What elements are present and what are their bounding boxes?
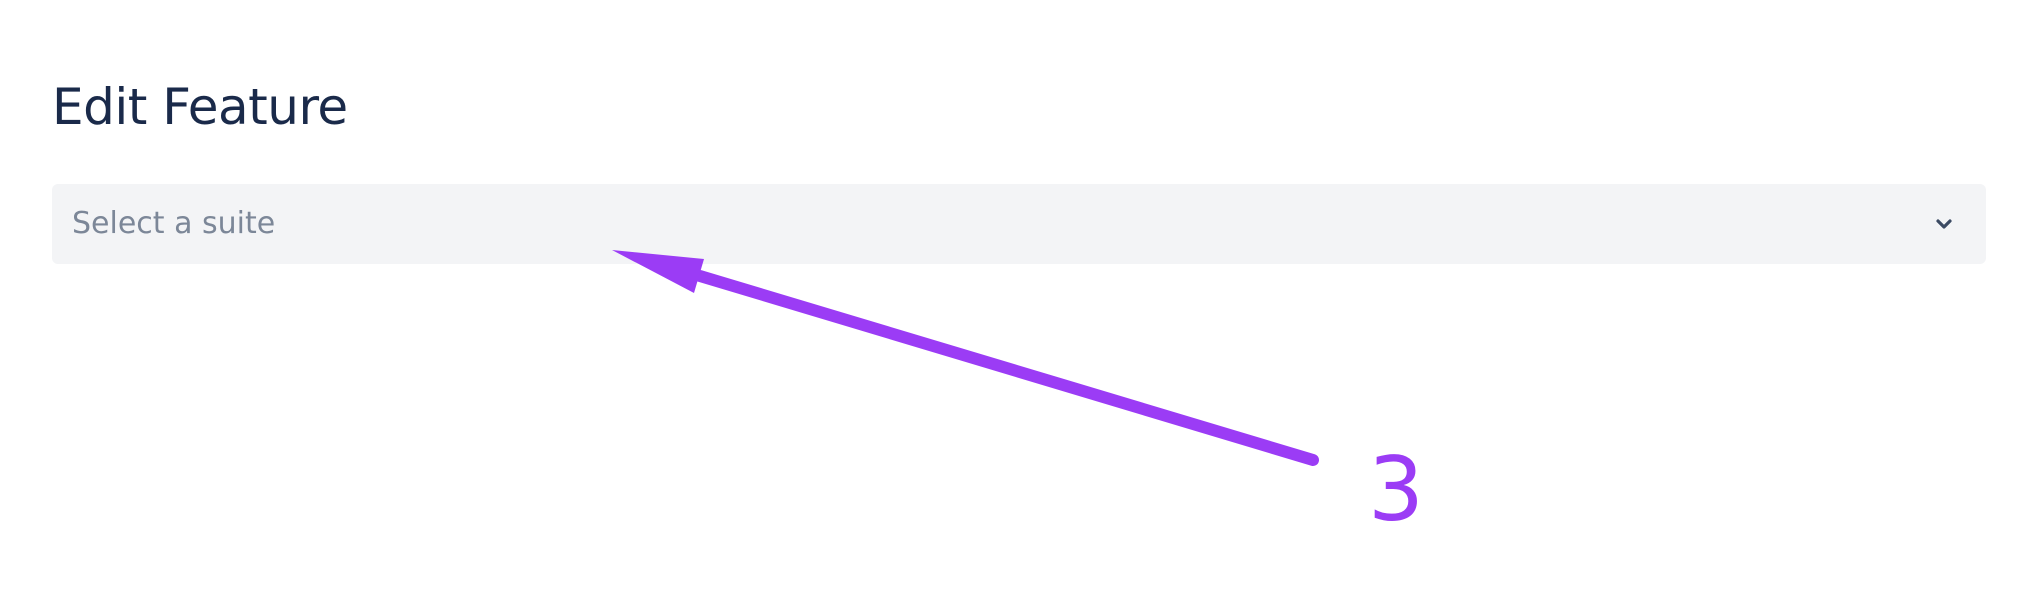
suite-select-placeholder: Select a suite bbox=[72, 206, 276, 241]
annotation-arrow-shaft bbox=[694, 270, 1319, 466]
suite-select[interactable]: Select a suite bbox=[52, 184, 1986, 264]
chevron-down-icon bbox=[1930, 210, 1958, 238]
page-title: Edit Feature bbox=[52, 78, 348, 136]
annotation-step-number: 3 bbox=[1368, 438, 1424, 541]
